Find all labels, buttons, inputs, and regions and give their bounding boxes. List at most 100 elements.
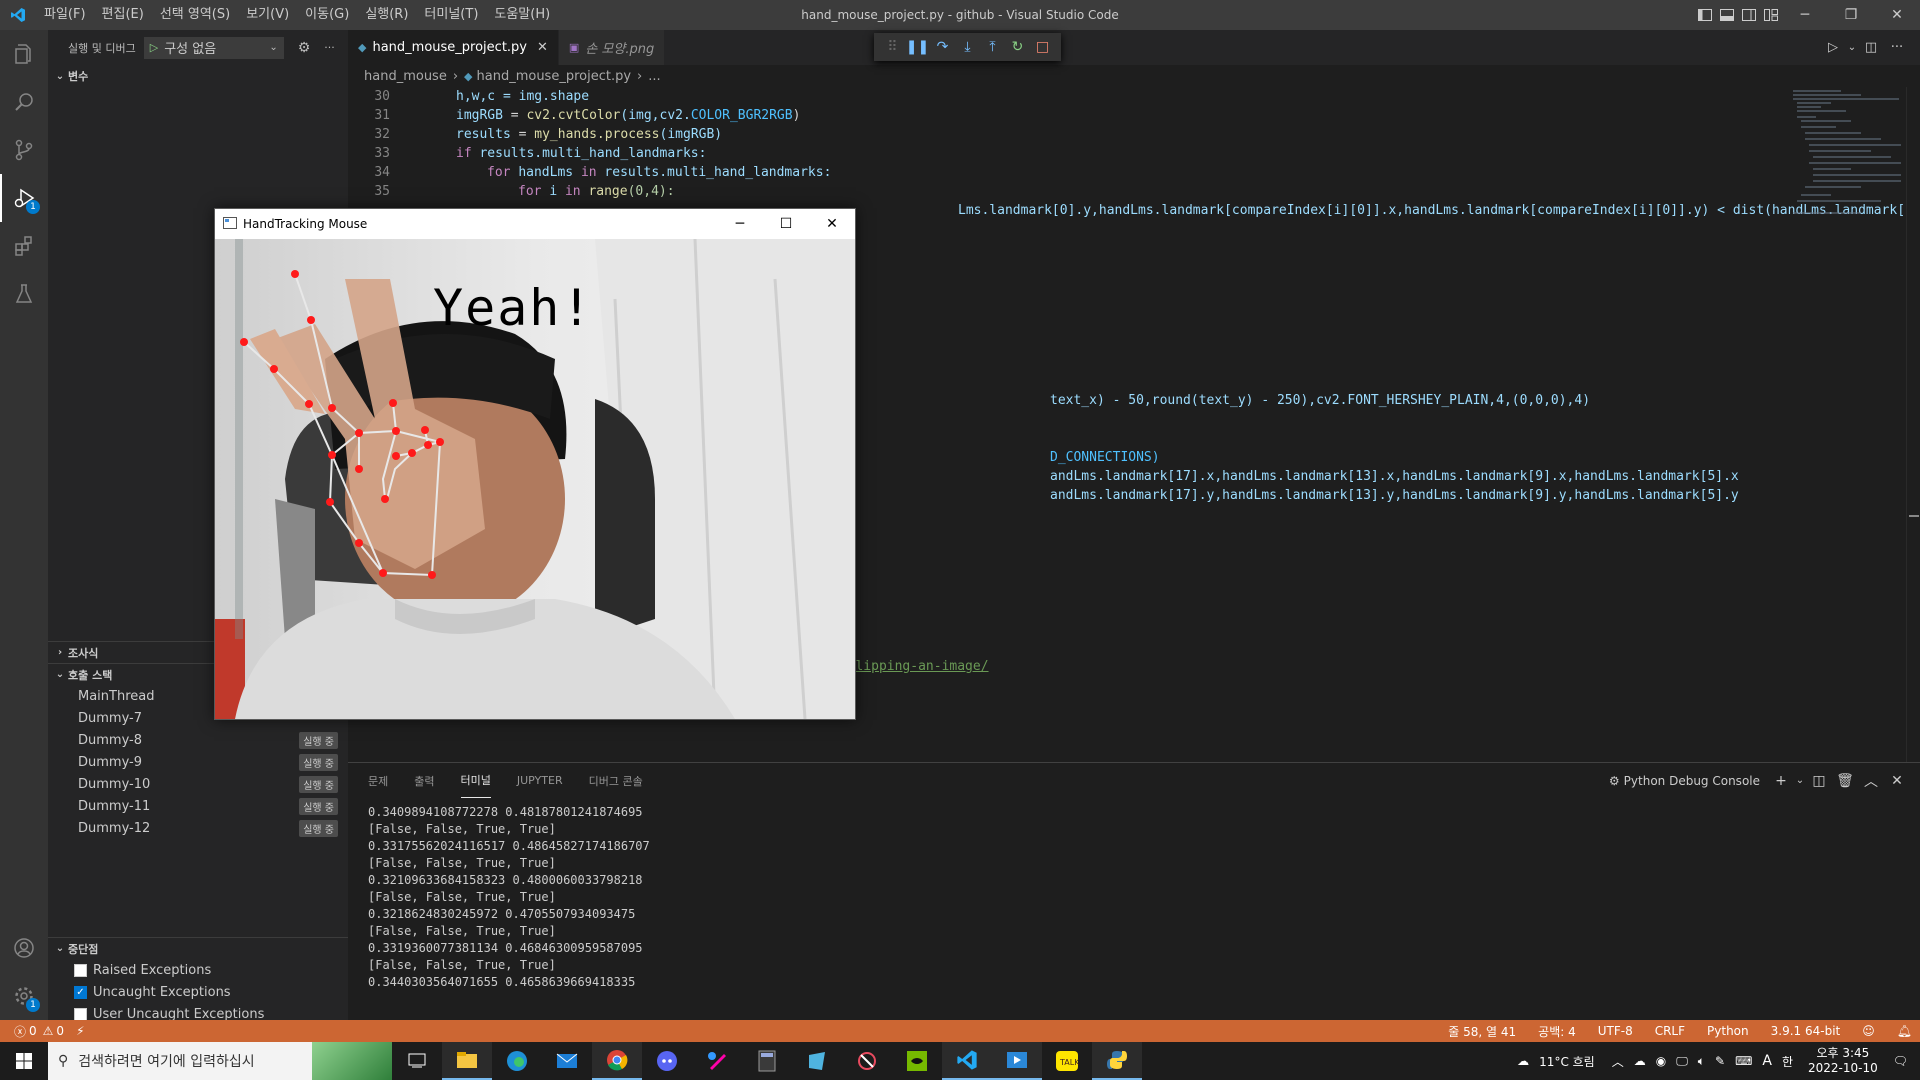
checkbox-checked[interactable]: ✓ — [74, 985, 87, 999]
trash-icon[interactable]: 🗑 — [1832, 773, 1858, 789]
maximize-panel-icon[interactable]: ︿ — [1858, 771, 1884, 791]
callstack-item[interactable]: Dummy-9 실행 중 — [48, 751, 348, 773]
warning-count[interactable]: 0 — [56, 1024, 64, 1038]
pen-icon[interactable]: ✎ — [1715, 1054, 1725, 1068]
cursor-position[interactable]: 줄 58, 열 41 — [1448, 1023, 1516, 1040]
more-actions-icon[interactable]: ··· — [1884, 40, 1910, 55]
handtracking-window[interactable]: HandTracking Mouse ─ ☐ ✕ Yeah! — [214, 208, 856, 720]
start-debugging-icon[interactable]: ▷ — [150, 41, 158, 54]
toggle-panel-icon[interactable] — [1716, 0, 1738, 30]
end-of-line[interactable]: CRLF — [1655, 1024, 1685, 1038]
breakpoint-raised-exceptions[interactable]: Raised Exceptions — [48, 959, 348, 981]
restore-button[interactable]: ❐ — [1828, 0, 1874, 30]
minimap[interactable] — [1791, 87, 1906, 762]
variables-section-header[interactable]: ⌄ 변수 — [48, 65, 348, 87]
python-interpreter[interactable]: 3.9.1 64-bit — [1771, 1024, 1841, 1038]
breadcrumb-file[interactable]: hand_mouse_project.py — [477, 69, 632, 84]
notifications-bell-icon[interactable]: 🔔︎ — [1897, 1024, 1912, 1038]
manage-gear-icon[interactable]: 1 — [0, 972, 48, 1020]
callstack-item[interactable]: Dummy-12 실행 중 — [48, 817, 348, 839]
app-icon[interactable] — [792, 1042, 842, 1080]
indentation[interactable]: 공백: 4 — [1538, 1023, 1576, 1040]
paint-3d-icon[interactable] — [692, 1042, 742, 1080]
split-terminal-icon[interactable]: ◫ — [1806, 773, 1832, 789]
tab-output[interactable]: 출력 — [414, 763, 434, 798]
stop-icon[interactable]: □ — [1030, 39, 1055, 55]
callstack-item[interactable]: Dummy-8 실행 중 — [48, 729, 348, 751]
step-out-icon[interactable]: ⤒ — [980, 39, 1005, 55]
clock[interactable]: 오후 3:45 2022-10-10 — [1808, 1046, 1878, 1076]
breakpoint-uncaught-exceptions[interactable]: ✓ Uncaught Exceptions — [48, 981, 348, 1003]
tab-terminal[interactable]: 터미널 — [460, 763, 491, 798]
chevron-up-icon[interactable]: ︿ — [1612, 1053, 1624, 1070]
vscode-taskbar-icon[interactable] — [942, 1042, 992, 1080]
toggle-primary-sidebar-icon[interactable] — [1694, 0, 1716, 30]
kakaotalk-icon[interactable]: TALK — [1042, 1042, 1092, 1080]
search-icon[interactable] — [0, 78, 48, 126]
keyboard-icon[interactable]: ⌨ — [1735, 1054, 1752, 1068]
feedback-icon[interactable]: ☺ — [1862, 1024, 1875, 1038]
windows-start-icon[interactable] — [0, 1042, 48, 1080]
language-mode[interactable]: Python — [1707, 1024, 1749, 1038]
step-into-icon[interactable]: ⤓ — [955, 39, 980, 55]
discord-icon[interactable] — [642, 1042, 692, 1080]
webcam-icon[interactable]: ◉ — [1656, 1054, 1666, 1068]
menu-edit[interactable]: 편집(E) — [94, 0, 152, 30]
terminal-output[interactable]: 0.3409894108772278 0.48187801241874695 [… — [348, 798, 1920, 991]
tab-hand-mouse-project[interactable]: ◆ hand_mouse_project.py ✕ — [348, 30, 559, 65]
chevron-down-icon[interactable]: ⌄ — [1846, 42, 1858, 53]
media-player-icon[interactable] — [992, 1042, 1042, 1080]
callstack-item[interactable]: Dummy-10 실행 중 — [48, 773, 348, 795]
cv-minimize-button[interactable]: ─ — [717, 209, 763, 239]
nvidia-icon[interactable] — [892, 1042, 942, 1080]
close-icon[interactable]: ✕ — [537, 40, 548, 55]
extensions-icon[interactable] — [0, 222, 48, 270]
error-count[interactable]: 0 — [29, 1024, 37, 1038]
menu-help[interactable]: 도움말(H) — [486, 0, 558, 30]
network-icon[interactable]: 🖵 — [1676, 1054, 1688, 1069]
more-actions-icon[interactable]: ··· — [324, 41, 335, 54]
menu-file[interactable]: 파일(F) — [36, 0, 94, 30]
cv-maximize-button[interactable]: ☐ — [763, 209, 809, 239]
notification-center-icon[interactable]: 🗨 — [1893, 1054, 1908, 1068]
close-panel-icon[interactable]: ✕ — [1884, 773, 1910, 789]
source-control-icon[interactable] — [0, 126, 48, 174]
debug-config-select[interactable]: ▷ 구성 없음 ⌄ — [143, 36, 284, 59]
mail-icon[interactable] — [542, 1042, 592, 1080]
cv-close-button[interactable]: ✕ — [809, 209, 855, 239]
tab-hand-image[interactable]: ▣ 손 모양.png — [558, 30, 666, 65]
step-over-icon[interactable]: ↷ — [930, 39, 955, 55]
minimize-button[interactable]: ─ — [1782, 0, 1828, 30]
onedrive-icon[interactable]: ☁ — [1634, 1054, 1646, 1068]
run-debug-icon[interactable]: 1 — [0, 174, 48, 222]
debug-attach-icon[interactable]: ⚡ — [76, 1024, 84, 1038]
menu-go[interactable]: 이동(G) — [297, 0, 357, 30]
split-editor-icon[interactable]: ◫ — [1858, 40, 1884, 55]
python-icon[interactable] — [1092, 1042, 1142, 1080]
encoding[interactable]: UTF-8 — [1598, 1024, 1633, 1038]
callstack-item[interactable]: Dummy-11 실행 중 — [48, 795, 348, 817]
menu-selection[interactable]: 선택 영역(S) — [152, 0, 238, 30]
restart-icon[interactable]: ↻ — [1005, 39, 1030, 55]
task-view-icon[interactable] — [392, 1042, 442, 1080]
chevron-down-icon[interactable]: ⌄ — [1794, 775, 1806, 786]
toggle-secondary-sidebar-icon[interactable] — [1738, 0, 1760, 30]
new-terminal-icon[interactable]: + — [1768, 773, 1794, 789]
calculator-icon[interactable] — [742, 1042, 792, 1080]
checkbox[interactable] — [74, 1007, 87, 1021]
run-python-file-icon[interactable]: ▷ — [1820, 40, 1846, 55]
open-launch-json-gear-icon[interactable]: ⚙ — [298, 40, 311, 56]
taskbar-search-input[interactable]: ⚲ 검색하려면 여기에 입력하십시 — [48, 1042, 392, 1080]
customize-layout-icon[interactable] — [1760, 0, 1782, 30]
weather-cloud-icon[interactable]: ☁ — [1517, 1054, 1529, 1068]
breakpoints-section-header[interactable]: ⌄ 중단점 — [48, 937, 348, 959]
drag-handle-icon[interactable]: ⠿ — [880, 39, 905, 55]
file-explorer-icon[interactable] — [442, 1042, 492, 1080]
explorer-icon[interactable] — [0, 30, 48, 78]
close-button[interactable]: ✕ — [1874, 0, 1920, 30]
accounts-icon[interactable] — [0, 924, 48, 972]
breadcrumb-folder[interactable]: hand_mouse — [364, 69, 447, 84]
checkbox[interactable] — [74, 963, 87, 977]
warning-icon[interactable]: ⚠ — [43, 1024, 54, 1038]
tab-debug-console[interactable]: 디버그 콘솔 — [589, 763, 643, 798]
